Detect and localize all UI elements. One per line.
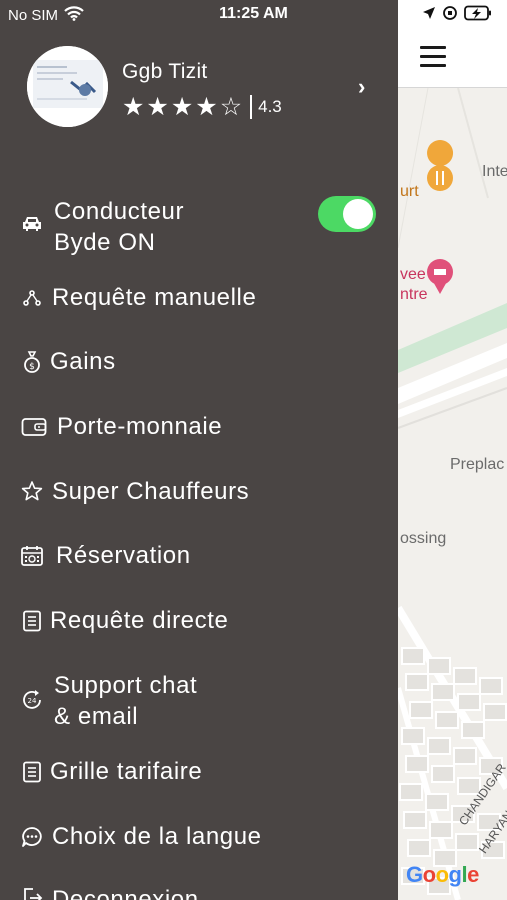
menu-label-support-line1: Support chat xyxy=(54,672,198,699)
google-logo: Google xyxy=(406,862,479,887)
menu-label-earnings: Gains xyxy=(50,348,116,375)
list-document-icon xyxy=(20,609,44,633)
status-bar-carrier: No SIM xyxy=(8,6,84,25)
wallet-icon xyxy=(20,415,48,439)
menu-item-wallet[interactable]: Porte-monnaie xyxy=(0,411,398,445)
money-bag-icon: $ xyxy=(20,350,44,374)
map-label-inte: Inte xyxy=(482,163,507,180)
menu-item-manual-request[interactable]: Requête manuelle xyxy=(0,282,398,316)
menu-label-fare-grid: Grille tarifaire xyxy=(50,758,203,785)
driver-status-toggle[interactable] xyxy=(318,196,376,232)
svg-text:$: $ xyxy=(29,362,35,372)
orientation-lock-icon xyxy=(442,5,458,26)
menu-item-fare-grid[interactable]: Grille tarifaire xyxy=(0,756,398,790)
menu-item-language[interactable]: Choix de la langue xyxy=(0,821,398,855)
menu-label-reservation: Réservation xyxy=(56,542,191,569)
nodes-icon xyxy=(20,286,44,310)
menu-label-direct-request: Requête directe xyxy=(50,607,229,634)
menu-item-direct-request[interactable]: Requête directe xyxy=(0,605,398,639)
rating-row: ★ ★ ★ ★ ☆ 4.3 xyxy=(122,94,282,120)
star-outline-icon xyxy=(20,479,44,503)
profile-name[interactable]: Ggb Tizit xyxy=(122,60,208,84)
map-label-ossing: ossing xyxy=(400,530,447,547)
logout-icon xyxy=(20,886,44,900)
location-arrow-icon xyxy=(422,6,436,25)
toggle-knob xyxy=(343,199,373,229)
rating-value: 4.3 xyxy=(258,97,282,116)
avatar[interactable] xyxy=(27,46,108,127)
star-filled-icon: ★ xyxy=(122,93,145,121)
star-filled-icon: ★ xyxy=(146,93,169,121)
hamburger-menu-icon[interactable] xyxy=(420,46,446,67)
menu-item-support[interactable]: 24 Support chat & email xyxy=(0,670,398,734)
map-label-preplac: Preplac xyxy=(450,456,505,473)
star-filled-icon: ★ xyxy=(195,93,218,121)
menu-label-super-drivers: Super Chauffeurs xyxy=(52,478,250,505)
chevron-right-icon[interactable]: › xyxy=(358,74,365,100)
avatar-photo-icon xyxy=(27,46,108,127)
support-24h-icon: 24 xyxy=(20,688,44,712)
star-empty-icon: ☆ xyxy=(219,93,243,121)
map-label-urt: urt xyxy=(400,183,419,200)
carrier-label: No SIM xyxy=(8,7,59,24)
menu-item-reservation[interactable]: Réservation xyxy=(0,540,398,574)
navigation-drawer: Ggb Tizit ★ ★ ★ ★ ☆ 4.3 › Conducteur Byd… xyxy=(0,0,398,900)
car-icon xyxy=(20,212,44,236)
menu-label-logout: Deconnexion xyxy=(52,886,199,900)
list-document-icon xyxy=(20,760,44,784)
menu-label-wallet: Porte-monnaie xyxy=(57,413,223,440)
map-label-vee: vee xyxy=(400,266,426,283)
menu-item-logout[interactable]: Deconnexion xyxy=(0,880,398,900)
calendar-icon xyxy=(20,544,44,568)
menu-label-support-line2: & email xyxy=(54,703,139,730)
menu-item-super-drivers[interactable]: Super Chauffeurs xyxy=(0,476,398,510)
chat-bubble-icon xyxy=(20,825,44,849)
menu-label-manual-request: Requête manuelle xyxy=(52,284,257,311)
star-filled-icon: ★ xyxy=(170,93,194,121)
menu-item-earnings[interactable]: $ Gains xyxy=(0,346,398,380)
status-bar-right xyxy=(422,5,492,26)
map-label-ntre: ntre xyxy=(400,286,428,303)
menu-label-language: Choix de la langue xyxy=(52,823,262,850)
wifi-icon xyxy=(64,6,84,25)
menu-label-driver-line2: Byde ON xyxy=(54,229,156,256)
rating-divider xyxy=(250,95,253,119)
battery-charging-icon xyxy=(464,5,492,26)
map-view[interactable]: Inte urt vee ntre Preplac ossing CHANDIG… xyxy=(398,0,507,900)
svg-text:24: 24 xyxy=(28,697,37,705)
menu-label-driver-line1: Conducteur xyxy=(54,198,185,225)
